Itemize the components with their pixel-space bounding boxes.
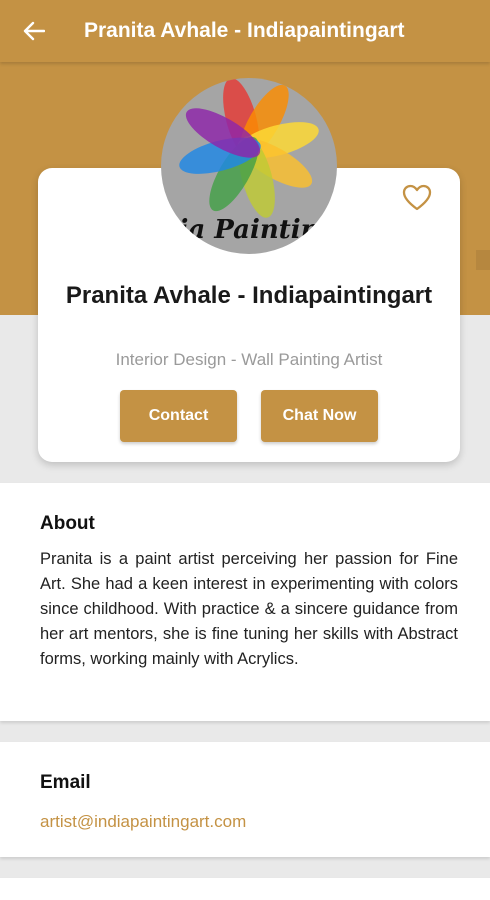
arrow-back-icon — [23, 21, 45, 41]
flower-logo-icon: ia Paintin — [178, 78, 320, 245]
back-button[interactable] — [14, 11, 54, 51]
email-link[interactable]: artist@indiapaintingart.com — [40, 812, 246, 832]
chat-now-button[interactable]: Chat Now — [261, 390, 378, 442]
header-edge — [476, 250, 490, 270]
about-section: About Pranita is a paint artist perceivi… — [0, 483, 490, 721]
favorite-button[interactable] — [402, 184, 432, 212]
about-text: Pranita is a paint artist perceiving her… — [40, 550, 458, 668]
contact-button[interactable]: Contact — [120, 390, 237, 442]
app-bar-title: Pranita Avhale - Indiapaintingart — [84, 19, 405, 42]
next-section — [0, 878, 490, 900]
avatar: ia Paintin — [161, 78, 337, 254]
profile-name: Pranita Avhale - Indiapaintingart — [65, 282, 433, 309]
app-bar: Pranita Avhale - Indiapaintingart — [0, 0, 490, 62]
heart-outline-icon — [402, 184, 432, 211]
about-title: About — [40, 513, 95, 534]
email-section: Email artist@indiapaintingart.com — [0, 742, 490, 857]
email-title: Email — [40, 772, 91, 793]
profile-category: Interior Design - Wall Painting Artist — [115, 350, 383, 369]
